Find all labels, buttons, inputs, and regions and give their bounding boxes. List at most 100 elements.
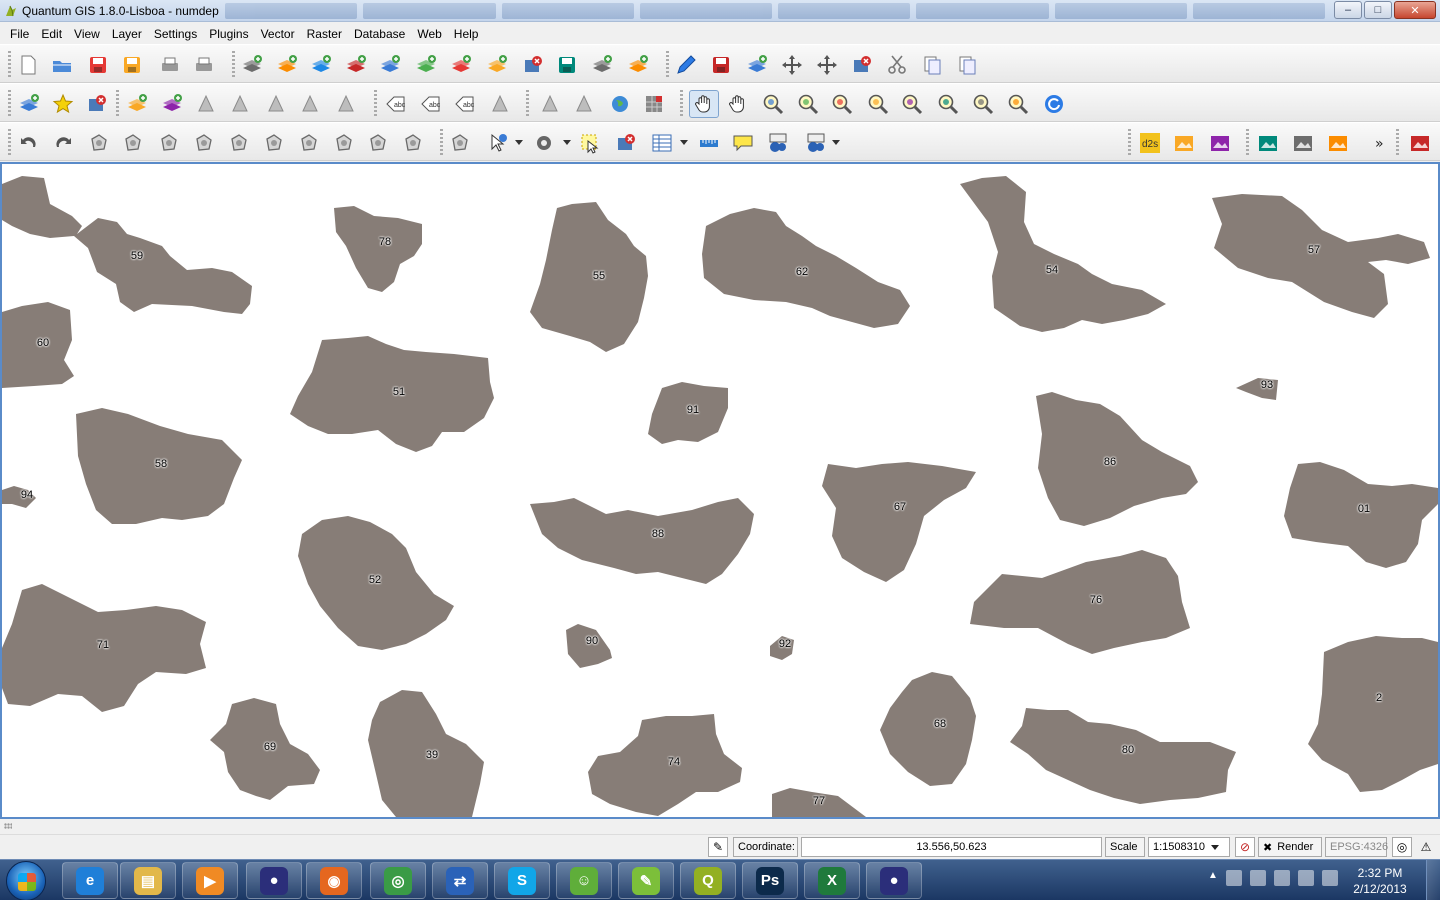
chevron-down-icon[interactable] [680, 140, 688, 145]
taskbar-media-player-button[interactable]: ▶ [182, 862, 238, 899]
menu-help[interactable]: Help [448, 23, 485, 44]
d2s-icon[interactable]: d2s [1138, 131, 1162, 155]
save-project-icon[interactable] [86, 53, 110, 77]
map-canvas[interactable]: 59 78 55 62 54 57 60 51 91 93 58 86 94 67 01 88 52 76 71 90… [0, 162, 1440, 819]
show-bookmarks-icon[interactable] [804, 131, 828, 155]
stop-render-icon[interactable]: ⊘ [1235, 837, 1255, 857]
toolbar-handle[interactable] [1396, 129, 1399, 155]
node-tool-icon[interactable] [815, 53, 839, 77]
gray-edit-icon[interactable] [228, 92, 252, 116]
reshape-icon[interactable] [262, 131, 286, 155]
add-plugin-icon[interactable] [1172, 131, 1196, 155]
crs-globe-icon[interactable]: ◎ [1392, 837, 1412, 857]
add-feature-icon[interactable] [745, 53, 769, 77]
menu-vector[interactable]: Vector [255, 23, 301, 44]
toolbar-handle[interactable] [440, 129, 443, 155]
toolbar-handle[interactable] [232, 51, 235, 77]
coordinate-toggle-icon[interactable]: ✎ [708, 837, 728, 857]
save-as-icon[interactable] [120, 53, 144, 77]
gray-wand-icon[interactable] [488, 92, 512, 116]
toolbar-handle[interactable] [1128, 129, 1131, 155]
chevron-down-icon[interactable] [832, 140, 840, 145]
paste-features-icon[interactable] [955, 53, 979, 77]
grid-icon[interactable] [642, 92, 666, 116]
toolbar-handle[interactable] [8, 129, 11, 155]
move-feature-icon[interactable] [780, 53, 804, 77]
chevron-down-icon[interactable] [563, 140, 571, 145]
add-wms-layer-icon[interactable] [414, 53, 438, 77]
toggle-editing-icon[interactable] [674, 53, 698, 77]
split-parts-icon[interactable] [366, 131, 390, 155]
menu-database[interactable]: Database [348, 23, 411, 44]
toolbar-handle[interactable] [680, 90, 683, 116]
menu-layer[interactable]: Layer [106, 23, 148, 44]
security-icon[interactable] [1225, 870, 1242, 886]
close-button[interactable]: ✕ [1394, 1, 1436, 19]
add-wfs-layer-icon[interactable] [485, 53, 509, 77]
pan-icon[interactable] [689, 90, 719, 118]
taskbar-qgis-button[interactable]: Q [680, 862, 736, 899]
taskbar-messenger-button[interactable]: ☺ [556, 862, 612, 899]
menu-raster[interactable]: Raster [301, 23, 348, 44]
zoom-next-icon[interactable] [1006, 92, 1030, 116]
refresh-icon[interactable] [1042, 92, 1066, 116]
label-abc-icon[interactable]: abc [384, 92, 408, 116]
toolbar-handle[interactable] [666, 51, 669, 77]
taskbar-skype-button[interactable]: S [494, 862, 550, 899]
add-feature-star-icon[interactable] [51, 92, 75, 116]
new-project-icon[interactable] [16, 53, 40, 77]
gray-node-icon[interactable] [538, 92, 562, 116]
print-icon[interactable] [192, 53, 216, 77]
zoom-out-icon[interactable] [796, 92, 820, 116]
add-spatialite-layer-icon[interactable] [344, 53, 368, 77]
menu-web[interactable]: Web [411, 23, 447, 44]
flag-icon[interactable] [1249, 870, 1266, 886]
delete-ring-icon[interactable] [192, 131, 216, 155]
new-shapefile-icon[interactable] [555, 53, 579, 77]
menu-file[interactable]: File [4, 23, 35, 44]
hd-plugin-icon[interactable] [1291, 131, 1315, 155]
taskbar-excel-button[interactable]: X [804, 862, 860, 899]
toolbar-handle[interactable] [1246, 129, 1249, 155]
show-desktop-button[interactable] [1426, 860, 1440, 900]
vector-plugin-icon[interactable] [1208, 131, 1232, 155]
volume-icon[interactable] [1321, 870, 1338, 886]
message-warning-icon[interactable]: ⚠ [1416, 837, 1436, 857]
menu-view[interactable]: View [68, 23, 106, 44]
zoom-layer-icon[interactable] [936, 92, 960, 116]
taskbar-internet-explorer-button[interactable]: e [62, 862, 118, 899]
zoom-selection-icon[interactable] [900, 92, 924, 116]
copy-features-icon[interactable] [920, 53, 944, 77]
gray-pen-icon[interactable] [194, 92, 218, 116]
menu-edit[interactable]: Edit [35, 23, 68, 44]
toolbar-handle[interactable] [374, 90, 377, 116]
add-vector-layer-icon[interactable] [240, 53, 264, 77]
toolbar-handle[interactable] [8, 90, 11, 116]
remove-layer-icon[interactable] [521, 53, 545, 77]
map-plugin-icon[interactable] [1326, 131, 1350, 155]
new-bookmark-icon[interactable] [766, 131, 790, 155]
device-icon[interactable] [1273, 870, 1290, 886]
zoom-in-icon[interactable] [761, 92, 785, 116]
overflow-icon[interactable]: » [1370, 131, 1394, 155]
zoom-actual-icon[interactable] [830, 92, 854, 116]
dock-splitter[interactable] [0, 819, 1440, 835]
gray-select-icon[interactable] [334, 92, 358, 116]
split-features-icon[interactable] [332, 131, 356, 155]
scale-combo[interactable]: 1:1508310 [1148, 837, 1230, 857]
clock[interactable]: 2:32 PM 2/12/2013 [1352, 865, 1408, 897]
add-postgis-layer-icon[interactable] [309, 53, 333, 77]
raster-icon[interactable] [160, 92, 184, 116]
fill-ring-icon[interactable] [157, 131, 181, 155]
gray-tools-icon[interactable] [264, 92, 288, 116]
tag2-icon[interactable]: abc [453, 92, 477, 116]
menu-plugins[interactable]: Plugins [203, 23, 254, 44]
merge-features-icon[interactable] [401, 131, 425, 155]
raster-calc-icon[interactable] [125, 92, 149, 116]
zoom-full-icon[interactable] [866, 92, 890, 116]
render-checkbox[interactable]: ✖ [1263, 841, 1272, 854]
taskbar-firefox-button[interactable]: ◉ [306, 862, 362, 899]
cut-features-icon[interactable] [885, 53, 909, 77]
add-mssql-layer-icon[interactable] [378, 53, 402, 77]
globe-icon[interactable] [608, 92, 632, 116]
